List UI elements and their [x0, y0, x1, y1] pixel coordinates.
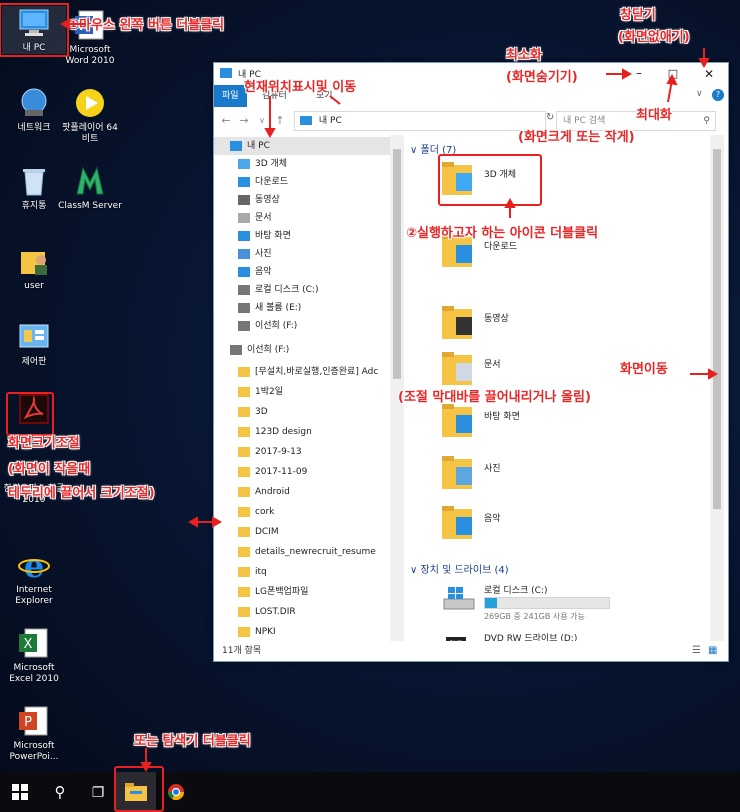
desktop: 내 PC W Microsoft Word 2010 네트워크 팟플레이어 64…: [0, 0, 740, 812]
annotation-arrows: [59, 18, 719, 773]
